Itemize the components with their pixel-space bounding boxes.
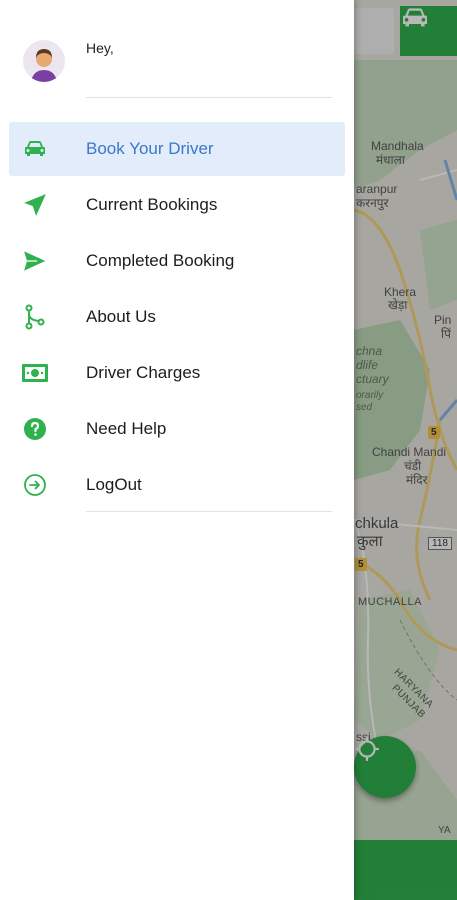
money-icon <box>21 359 49 387</box>
send-icon <box>21 191 49 219</box>
menu-item-label: LogOut <box>86 475 142 494</box>
greeting-text: Hey, <box>86 40 114 56</box>
menu-item-label: Driver Charges <box>86 363 201 382</box>
drawer-header: Hey, <box>0 0 354 100</box>
car-icon <box>21 135 49 163</box>
header-divider <box>86 97 332 98</box>
menu-item-need-help[interactable]: Need Help <box>9 402 345 456</box>
menu-item-logout[interactable]: LogOut <box>9 458 345 512</box>
menu-item-book-your-driver[interactable]: Book Your Driver <box>9 122 345 176</box>
menu-divider <box>86 511 332 512</box>
help-icon <box>21 415 49 443</box>
menu-item-label: Completed Booking <box>86 251 235 270</box>
menu-item-completed-booking[interactable]: Completed Booking <box>9 234 345 288</box>
user-avatar-icon <box>31 49 57 82</box>
logout-icon <box>21 471 49 499</box>
menu-item-about-us[interactable]: About Us <box>9 290 345 344</box>
menu-item-label: Book Your Driver <box>86 139 214 158</box>
paper-plane-icon <box>21 247 49 275</box>
menu-item-label: About Us <box>86 307 156 326</box>
menu-item-current-bookings[interactable]: Current Bookings <box>9 178 345 232</box>
navigation-drawer: Hey, Book Your Driver Current Bookings C… <box>0 0 354 900</box>
menu-item-driver-charges[interactable]: Driver Charges <box>9 346 345 400</box>
menu-item-label: Need Help <box>86 419 167 438</box>
menu-item-label: Current Bookings <box>86 195 218 214</box>
fork-icon <box>21 303 49 331</box>
avatar[interactable] <box>23 40 65 82</box>
